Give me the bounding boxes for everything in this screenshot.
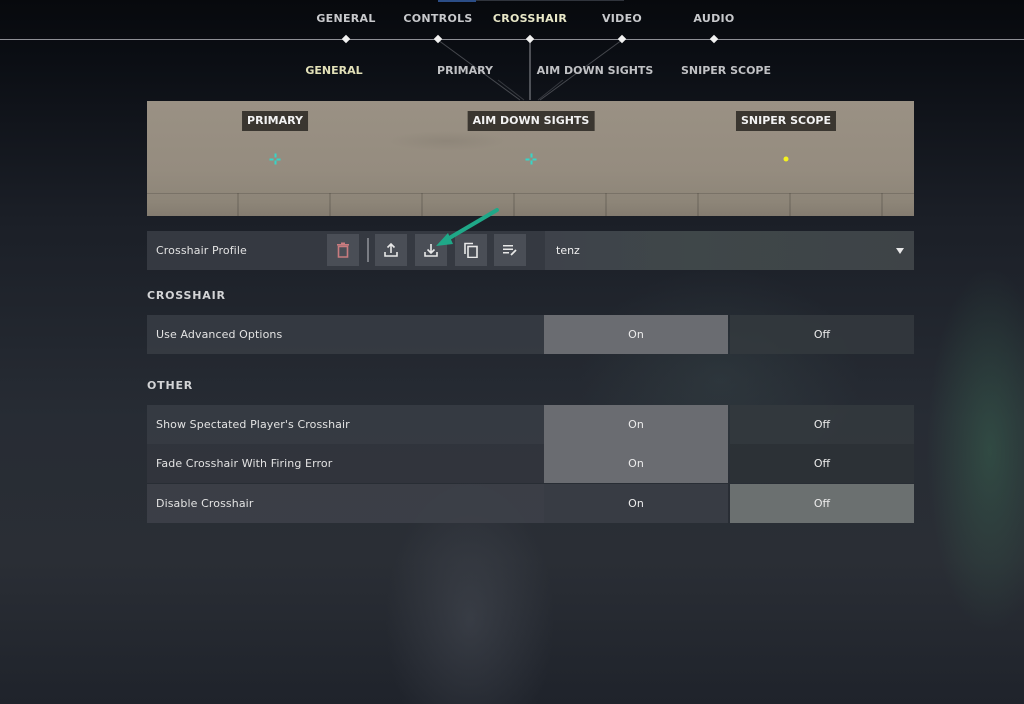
rename-profile-button[interactable] [494, 234, 526, 266]
top-indicator [438, 0, 476, 2]
toggle-on-button[interactable]: On [544, 315, 728, 354]
duplicate-profile-button[interactable] [455, 234, 487, 266]
profile-dropdown[interactable]: tenz [545, 231, 914, 270]
rename-icon [503, 245, 517, 256]
subtab-primary[interactable]: PRIMARY [395, 64, 535, 77]
section-title-other: OTHER [147, 379, 194, 392]
tab-marker [709, 34, 719, 44]
section-title-crosshair: CROSSHAIR [147, 289, 226, 302]
toggle-off-button[interactable]: Off [730, 405, 914, 444]
subtab-aim-down-sights[interactable]: AIM DOWN SIGHTS [525, 64, 665, 77]
preview-label-sniper: SNIPER SCOPE [735, 111, 837, 131]
delete-profile-button[interactable] [327, 234, 359, 266]
tab-marker [525, 34, 535, 44]
crosshair-preview: PRIMARY AIM DOWN SIGHTS SNIPER SCOPE [147, 101, 914, 216]
setting-label: Fade Crosshair With Firing Error [156, 457, 333, 470]
export-profile-button[interactable] [375, 234, 407, 266]
setting-label-cell: Disable Crosshair [147, 484, 544, 523]
toggle-on-button[interactable]: On [544, 444, 728, 483]
setting-label: Disable Crosshair [156, 497, 254, 510]
tab-controls[interactable]: CONTROLS [388, 12, 488, 25]
toggle-on-button[interactable]: On [544, 484, 728, 523]
toggle-off-button[interactable]: Off [730, 444, 914, 483]
tab-audio[interactable]: AUDIO [664, 12, 764, 25]
toggle-off-button[interactable]: Off [730, 315, 914, 354]
setting-label: Use Advanced Options [156, 328, 283, 341]
tab-marker [341, 34, 351, 44]
nav-divider [0, 39, 1024, 40]
sniper-dot-icon [783, 156, 789, 162]
subtab-general[interactable]: GENERAL [264, 64, 404, 77]
trash-icon [337, 242, 349, 258]
import-profile-button[interactable] [415, 234, 447, 266]
setting-row-show-spectated: Show Spectated Player's Crosshair On Off [147, 405, 914, 444]
tab-general[interactable]: GENERAL [296, 12, 396, 25]
setting-label: Show Spectated Player's Crosshair [156, 418, 350, 431]
tab-marker [617, 34, 627, 44]
tab-video[interactable]: VIDEO [572, 12, 672, 25]
setting-label-cell: Fade Crosshair With Firing Error [147, 444, 544, 483]
chevron-down-icon [896, 247, 904, 254]
copy-icon [464, 242, 478, 258]
tab-crosshair[interactable]: CROSSHAIR [480, 12, 580, 25]
toggle-on-button[interactable]: On [544, 405, 728, 444]
preview-label-ads: AIM DOWN SIGHTS [467, 111, 595, 131]
setting-row-disable-crosshair: Disable Crosshair On Off [147, 484, 914, 523]
top-indicator-track [476, 0, 624, 1]
upload-icon [384, 242, 398, 257]
subtab-sniper-scope[interactable]: SNIPER SCOPE [656, 64, 796, 77]
crosshair-ads-icon [525, 153, 537, 165]
toggle-off-button[interactable]: Off [730, 484, 914, 523]
preview-label-primary: PRIMARY [242, 111, 308, 131]
setting-label-cell: Use Advanced Options [147, 315, 544, 354]
setting-row-advanced-options: Use Advanced Options On Off [147, 315, 914, 354]
download-icon [424, 244, 438, 257]
crosshair-profile-label: Crosshair Profile [156, 244, 247, 257]
setting-row-fade-crosshair: Fade Crosshair With Firing Error On Off [147, 444, 914, 483]
crosshair-primary-icon [269, 153, 281, 165]
profile-dropdown-value: tenz [556, 244, 580, 257]
tab-marker [433, 34, 443, 44]
setting-label-cell: Show Spectated Player's Crosshair [147, 405, 544, 444]
toolbar-separator [367, 238, 369, 262]
